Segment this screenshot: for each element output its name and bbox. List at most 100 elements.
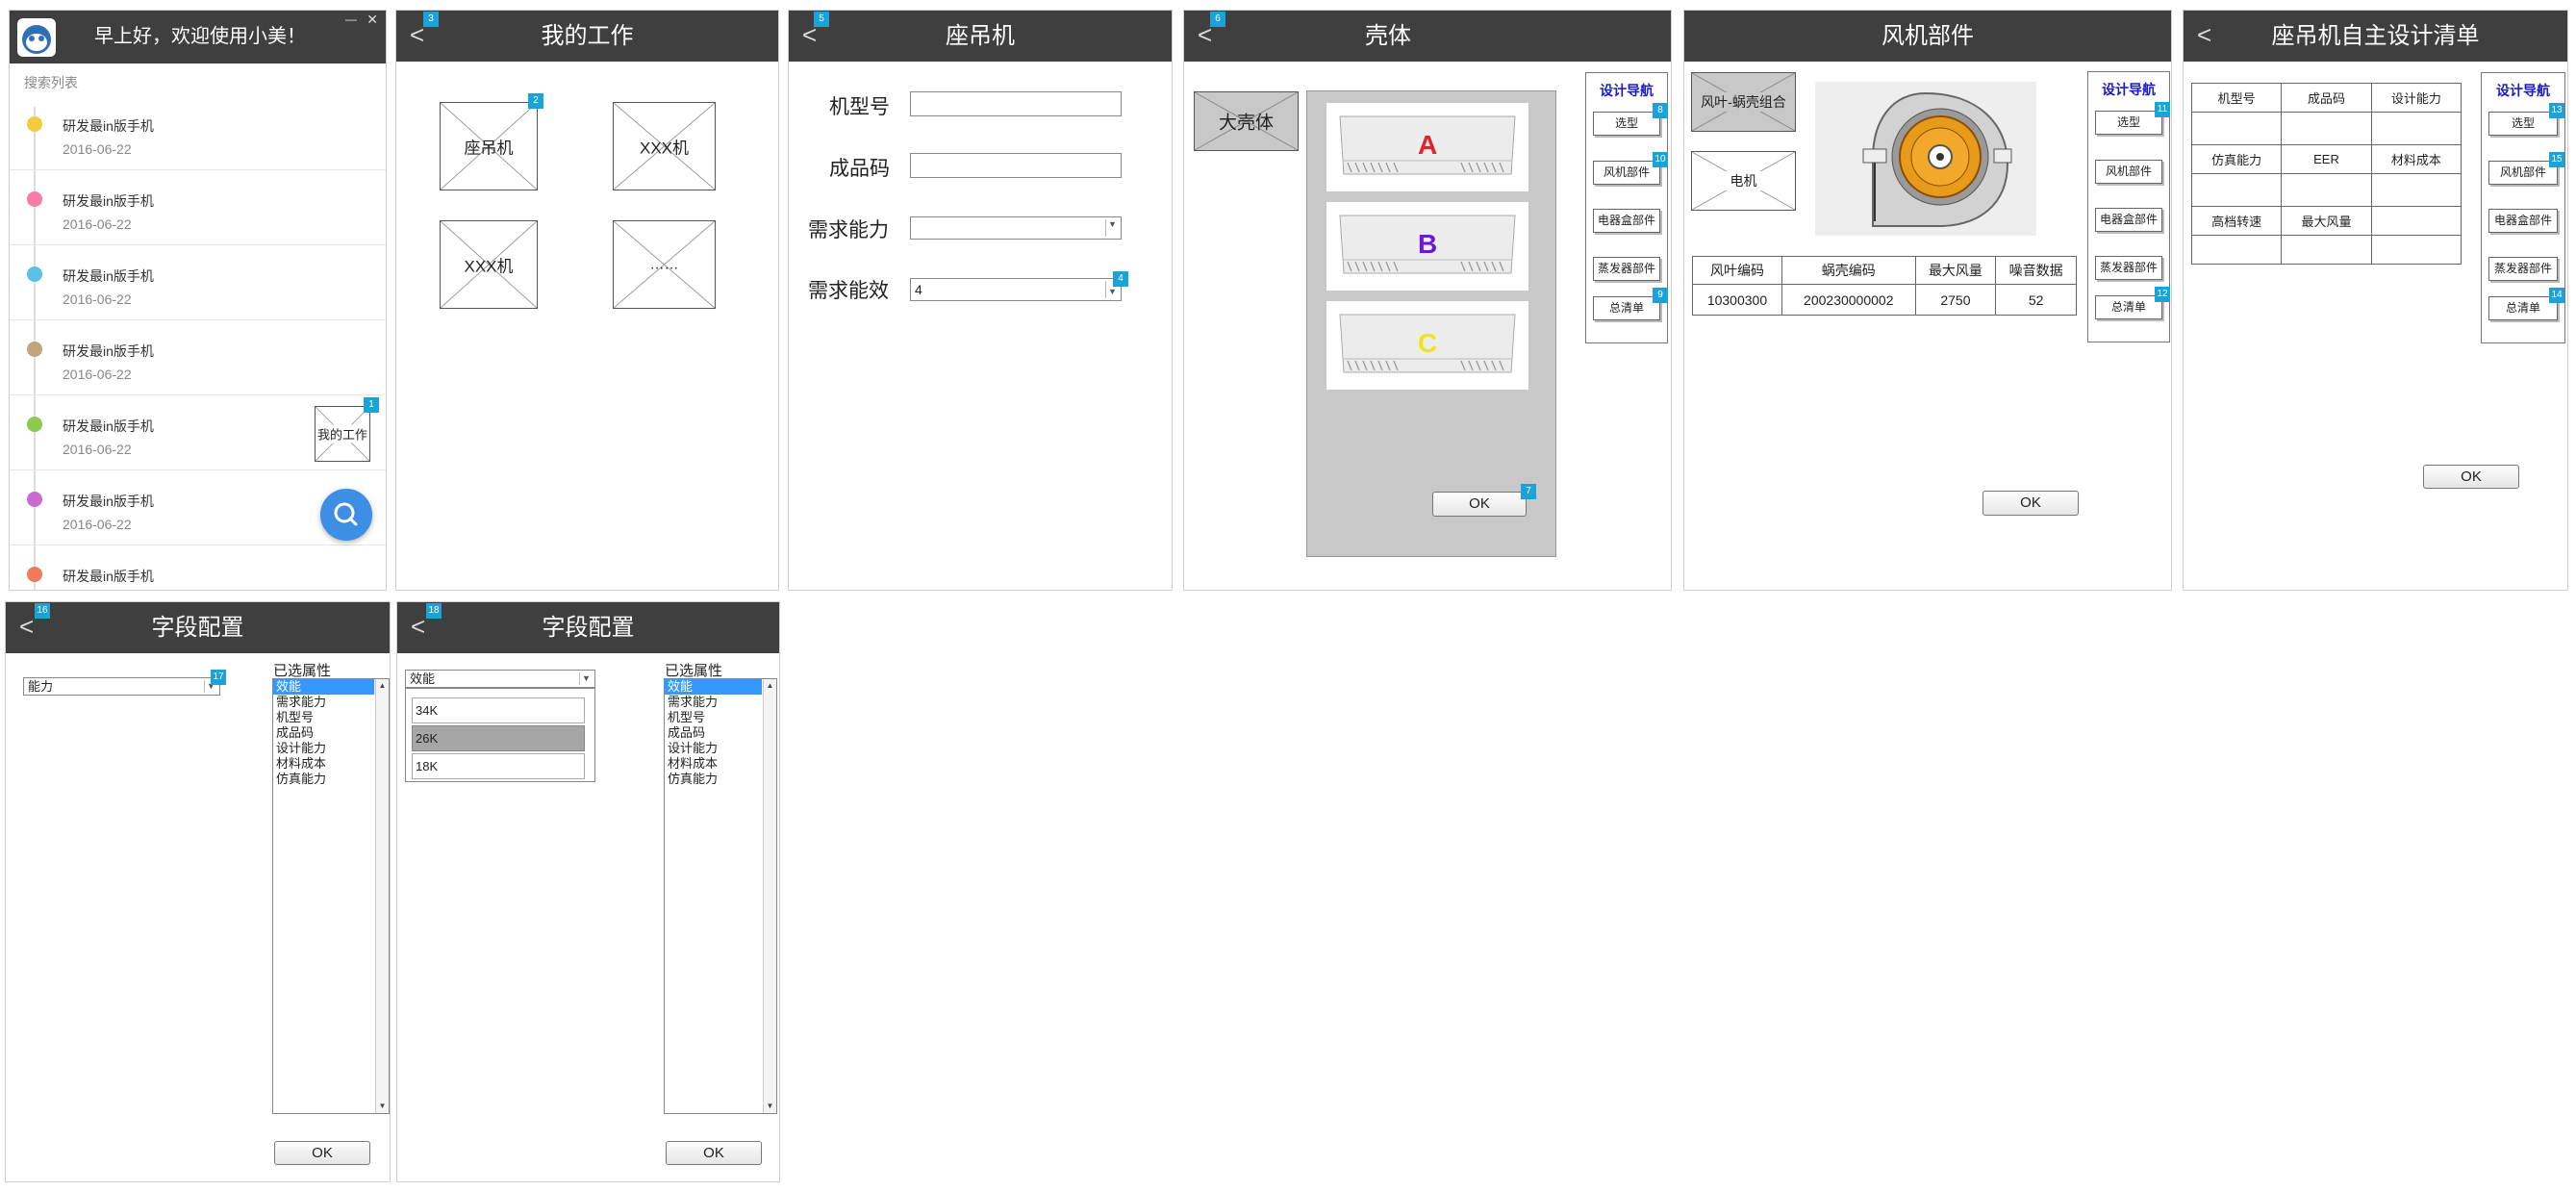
table-cell[interactable]	[2370, 173, 2462, 207]
shell-option-a[interactable]: A	[1326, 103, 1528, 191]
item-title: 研发最in版手机	[63, 418, 154, 434]
nav-item-evaporator[interactable]: 蒸发器部件	[1593, 257, 1660, 281]
ok-button[interactable]: OK	[2423, 465, 2519, 489]
model-input[interactable]	[910, 91, 1122, 116]
table-cell[interactable]	[2281, 112, 2372, 145]
table-cell[interactable]	[2190, 112, 2283, 145]
nav-item-fan[interactable]: 风机部件	[1593, 161, 1660, 185]
attribute-select[interactable]: 效能 ▼	[405, 670, 595, 688]
item-title: 研发最in版手机	[63, 268, 154, 284]
list-item[interactable]: 研发最in版手机 2016-06-22	[10, 95, 386, 170]
dropdown-option[interactable]: 18K	[412, 753, 585, 779]
avatar[interactable]	[17, 18, 56, 57]
fan-blade-volute-tile[interactable]: 风叶-蜗壳组合	[1691, 72, 1796, 132]
tile-xxx-1[interactable]: XXX机	[613, 102, 716, 190]
shell-option-c[interactable]: C	[1326, 301, 1528, 390]
scroll-down-icon[interactable]: ▼	[376, 1100, 389, 1113]
ok-button[interactable]: OK	[666, 1141, 762, 1165]
big-shell-tile[interactable]: 大壳体	[1194, 91, 1299, 151]
list-item[interactable]: 需求能力	[273, 695, 374, 710]
product-code-input[interactable]	[910, 153, 1122, 178]
scroll-down-icon[interactable]: ▼	[764, 1100, 776, 1113]
nav-item-electric-box[interactable]: 电器盒部件	[2095, 208, 2162, 232]
scroll-up-icon[interactable]: ▲	[764, 679, 776, 693]
efficiency-value: 4	[915, 282, 922, 297]
list-item[interactable]: 材料成本	[273, 756, 374, 772]
capacity-select[interactable]: ▼	[910, 216, 1122, 240]
table-cell[interactable]	[2281, 235, 2372, 265]
nav-item-fan[interactable]: 风机部件	[2488, 161, 2558, 185]
ok-button[interactable]: OK	[1432, 492, 1527, 517]
zuodiao-panel: < 座吊机 5 机型号 成品码 需求能力 ▼ 需求能效 4 ▼ 4	[788, 10, 1173, 591]
item-title: 研发最in版手机	[63, 343, 154, 359]
tile-xxx-2[interactable]: XXX机	[440, 220, 538, 309]
minimize-icon[interactable]: —	[345, 13, 357, 26]
list-item[interactable]: 设计能力	[665, 741, 762, 756]
tile-label: 风叶-蜗壳组合	[1692, 92, 1795, 112]
nav-item-select[interactable]: 选型	[1593, 112, 1660, 136]
nav-item-select[interactable]: 选型	[2488, 112, 2558, 136]
table-cell[interactable]	[2190, 173, 2283, 207]
list-item[interactable]: 机型号	[665, 710, 762, 725]
list-item[interactable]: 效能	[273, 679, 374, 695]
tile-zuodiao[interactable]: 座吊机	[440, 102, 538, 190]
list-item[interactable]: 需求能力	[665, 695, 762, 710]
attribute-select[interactable]: 能力 ▼	[23, 677, 220, 696]
field-config-header: < 字段配置	[6, 602, 390, 653]
fan-image	[1815, 82, 2036, 236]
list-item[interactable]: 研发最in版手机 2016-06-22	[10, 320, 386, 395]
chevron-down-icon: ▼	[579, 672, 593, 685]
motor-tile[interactable]: 电机	[1691, 151, 1796, 211]
list-item[interactable]: 材料成本	[665, 756, 762, 772]
nav-item-fan[interactable]: 风机部件	[2095, 160, 2162, 184]
nav-item-evaporator[interactable]: 蒸发器部件	[2488, 257, 2558, 281]
ok-button[interactable]: OK	[1983, 491, 2079, 516]
list-item[interactable]: 成品码	[665, 725, 762, 741]
fan-blower-icon	[1862, 91, 2012, 227]
efficiency-select[interactable]: 4 ▼	[910, 278, 1122, 301]
badge-marker: 12	[2155, 287, 2170, 302]
ok-button[interactable]: OK	[274, 1141, 370, 1165]
table-cell: 仿真能力	[2190, 144, 2283, 174]
table-cell[interactable]	[2370, 235, 2462, 265]
dropdown-option[interactable]: 34K	[412, 697, 585, 723]
option-letter: B	[1418, 229, 1438, 259]
shell-option-b[interactable]: B	[1326, 202, 1528, 291]
page-title: 字段配置	[542, 615, 635, 641]
list-item[interactable]: 研发最in版手机 2016-06-22	[10, 170, 386, 245]
scroll-up-icon[interactable]: ▲	[376, 679, 389, 693]
list-item[interactable]: 研发最in版手机 2016-06-22	[10, 245, 386, 320]
nav-item-electric-box[interactable]: 电器盒部件	[2488, 209, 2558, 233]
list-item[interactable]: 研发最in版手机	[10, 545, 386, 590]
nav-item-select[interactable]: 选型	[2095, 111, 2162, 135]
table-cell[interactable]	[2370, 112, 2462, 145]
list-item[interactable]: 机型号	[273, 710, 374, 725]
nav-item-summary[interactable]: 总清单	[2488, 296, 2558, 320]
item-title: 研发最in版手机	[63, 569, 154, 584]
selected-attrs-list[interactable]: 效能 需求能力 机型号 成品码 设计能力 材料成本 仿真能力 ▲ ▼	[664, 678, 777, 1114]
nav-item-electric-box[interactable]: 电器盒部件	[1593, 209, 1660, 233]
search-fab[interactable]	[320, 489, 372, 541]
nav-item-evaporator[interactable]: 蒸发器部件	[2095, 256, 2162, 280]
scrollbar[interactable]: ▲ ▼	[375, 679, 389, 1113]
close-icon[interactable]: ✕	[366, 12, 378, 28]
table-cell[interactable]	[2281, 173, 2372, 207]
list-item[interactable]: 仿真能力	[273, 772, 374, 787]
selected-attrs-list[interactable]: 效能 需求能力 机型号 成品码 设计能力 材料成本 仿真能力 ▲ ▼	[272, 678, 390, 1114]
list-item[interactable]: 成品码	[273, 725, 374, 741]
home-header: 早上好，欢迎使用小美！ — ✕	[10, 11, 386, 63]
list-item[interactable]: 仿真能力	[665, 772, 762, 787]
scrollbar[interactable]: ▲ ▼	[763, 679, 776, 1113]
attribute-select-value: 能力	[28, 679, 54, 694]
table-cell: 200230000002	[1780, 284, 1916, 316]
list-item[interactable]: 效能	[665, 679, 762, 695]
dropdown-option[interactable]: 26K	[412, 725, 585, 751]
table-cell[interactable]	[2190, 235, 2283, 265]
badge-marker: 13	[2549, 103, 2564, 118]
nav-item-summary[interactable]: 总清单	[1593, 296, 1660, 320]
list-item[interactable]: 设计能力	[273, 741, 374, 756]
tile-more[interactable]: ……	[613, 220, 716, 309]
my-work-shortcut[interactable]: 我的工作	[315, 406, 370, 462]
badge-marker: 2	[528, 93, 543, 109]
nav-item-summary[interactable]: 总清单	[2095, 295, 2162, 319]
